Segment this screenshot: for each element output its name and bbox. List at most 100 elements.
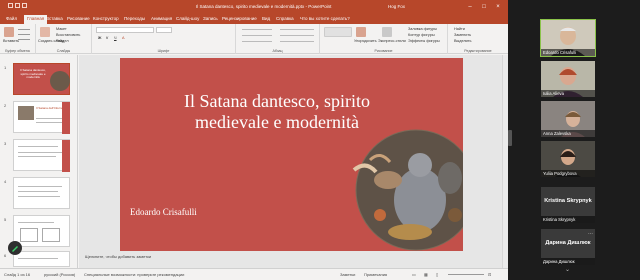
underline-icon[interactable]: Ч (114, 36, 117, 40)
quick-styles-button[interactable]: Экспресс-стили (378, 39, 406, 43)
reading-view-icon[interactable]: ▯ (436, 272, 438, 277)
tab-home[interactable]: Главная (24, 15, 48, 24)
tab-slideshow[interactable]: Слайд-шоу (176, 16, 199, 21)
smartart-icon[interactable] (280, 41, 314, 43)
notes-placeholder[interactable]: Щелкните, чтобы добавить заметки (85, 254, 151, 259)
paste-button[interactable]: Вставить (3, 39, 19, 43)
font-name-box[interactable] (96, 27, 154, 33)
panel-collapse-handle[interactable] (508, 130, 512, 146)
tab-record[interactable]: Запись (203, 16, 218, 21)
tab-insert[interactable]: Вставка (46, 16, 63, 21)
tab-review[interactable]: Рецензирование (222, 16, 257, 21)
participant-tile[interactable]: Edoardo Crisafulli (540, 19, 596, 57)
bullets-icon[interactable] (242, 29, 272, 31)
format-painter-icon[interactable] (18, 39, 30, 41)
slide-author[interactable]: Edoardo Crisafulli (130, 207, 197, 217)
cut-icon[interactable] (18, 29, 30, 31)
thumb-number: 2 (4, 103, 7, 108)
sorter-view-icon[interactable]: ▦ (424, 272, 428, 277)
user-name[interactable]: Hog Fox (388, 4, 405, 9)
participants-panel: Edoardo Crisafulli Iuliia Alieva Anna Za… (508, 0, 640, 280)
language-indicator[interactable]: русский (Россия) (44, 272, 75, 277)
participant-name: Iuliia Alieva (541, 90, 595, 97)
reset-button[interactable]: Восстановить (56, 33, 80, 37)
zoom-slider[interactable] (448, 274, 484, 275)
participant-tile[interactable]: Kristina Skrypnyk Kristina Skrypnyk (541, 187, 595, 223)
tab-file[interactable]: Файл (6, 16, 17, 21)
shape-effects-button[interactable]: Эффекты фигуры (408, 39, 440, 43)
paste-icon[interactable] (4, 27, 14, 37)
bold-icon[interactable]: Ж (98, 36, 101, 40)
minimize-icon[interactable]: – (466, 3, 474, 11)
pen-icon (12, 246, 18, 252)
font-color-icon[interactable]: A (122, 36, 125, 40)
find-button[interactable]: Найти (454, 27, 465, 31)
pen-tool-button[interactable] (8, 241, 22, 255)
more-options-icon[interactable]: ⋯ (588, 231, 593, 237)
shapes-gallery[interactable] (324, 27, 352, 37)
thumb-text-line (18, 196, 60, 198)
thumb-text-line (18, 156, 56, 158)
notes-button[interactable]: Заметки (340, 272, 355, 277)
quick-styles-icon[interactable] (382, 27, 392, 37)
clipboard-group: Вставить Буфер обмена (0, 24, 36, 54)
participant-name: Anna Zalevska (541, 130, 595, 137)
redo-icon[interactable] (22, 3, 27, 8)
select-button[interactable]: Выделить (454, 39, 472, 43)
tell-me-search[interactable]: Что вы хотите сделать? (300, 16, 350, 21)
font-size-box[interactable] (156, 27, 172, 33)
thumb-picture (42, 228, 60, 242)
arrange-icon[interactable] (356, 27, 366, 37)
slide-thumbnail-4[interactable] (13, 177, 70, 209)
new-slide-icon[interactable] (40, 27, 50, 37)
participant-tile[interactable]: Дарина Дишлюк Дарина Дишлюк ⋯ (541, 229, 595, 265)
layout-button[interactable]: Макет (56, 27, 67, 31)
fit-slide-icon[interactable]: ⊡ (488, 272, 491, 277)
participant-name: Yuliia Podgrybova (541, 170, 595, 177)
tab-animations[interactable]: Анимация (151, 16, 172, 21)
slide-thumbnails-pane[interactable]: 1 Il Satana dantesco, spirito medievale … (0, 55, 78, 268)
tab-design[interactable]: Конструктор (93, 16, 119, 21)
slide-thumbnail-3[interactable] (13, 139, 70, 172)
current-slide[interactable]: Il Satana dantesco, spirito medievale e … (120, 58, 463, 251)
align-text-icon[interactable] (280, 35, 314, 37)
thumb-text-line (18, 146, 58, 148)
paragraph-group: Абзац (236, 24, 320, 54)
scroll-down-icon[interactable]: ⌄ (565, 266, 570, 273)
satan-illustration-image[interactable] (350, 120, 463, 251)
tab-transitions[interactable]: Переходы (124, 16, 145, 21)
text-direction-icon[interactable] (280, 29, 314, 31)
undo-icon[interactable] (15, 3, 20, 8)
normal-view-icon[interactable]: ▭ (412, 272, 416, 277)
participant-tile[interactable]: Iuliia Alieva (541, 61, 595, 97)
quick-access-toolbar[interactable] (8, 3, 38, 11)
close-icon[interactable]: × (494, 3, 502, 11)
arrange-button[interactable]: Упорядочить (354, 39, 377, 43)
slide-thumbnail-2[interactable]: Il Satana dell'Inferno (13, 101, 70, 134)
clipboard-group-label: Буфер обмена (5, 49, 30, 53)
line-spacing-icon[interactable] (242, 41, 272, 43)
participant-tile[interactable]: Yuliia Podgrybova (541, 141, 595, 177)
comments-button[interactable]: Примечания (364, 272, 387, 277)
font-group: Ж К Ч A Шрифт (92, 24, 236, 54)
shape-outline-button[interactable]: Контур фигуры (408, 33, 435, 37)
save-icon[interactable] (8, 3, 13, 8)
replace-button[interactable]: Заменить (454, 33, 471, 37)
slide-thumbnail-1[interactable]: Il Satana dantesco, spirito medievale e … (13, 63, 70, 95)
slides-group: Создать слайд Макет Восстановить Раздел … (36, 24, 92, 54)
shape-fill-button[interactable]: Заливка фигуры (408, 27, 437, 31)
participant-name: Edoardo Crisafulli (541, 49, 595, 56)
copy-icon[interactable] (18, 34, 30, 36)
maximize-icon[interactable]: □ (480, 3, 488, 11)
align-icon[interactable] (242, 35, 272, 37)
thumb-text-line (36, 122, 62, 124)
tab-draw[interactable]: Рисование (67, 16, 90, 21)
tab-help[interactable]: Справка (276, 16, 294, 21)
section-button[interactable]: Раздел (56, 39, 69, 43)
participant-tile[interactable]: Anna Zalevska (541, 101, 595, 137)
thumb-text-line (18, 191, 58, 193)
slide-editing-area: Il Satana dantesco, spirito medievale e … (79, 55, 508, 268)
tab-view[interactable]: Вид (262, 16, 270, 21)
accessibility-status[interactable]: Специальные возможности: проверьте реком… (84, 272, 184, 277)
italic-icon[interactable]: К (106, 36, 108, 40)
